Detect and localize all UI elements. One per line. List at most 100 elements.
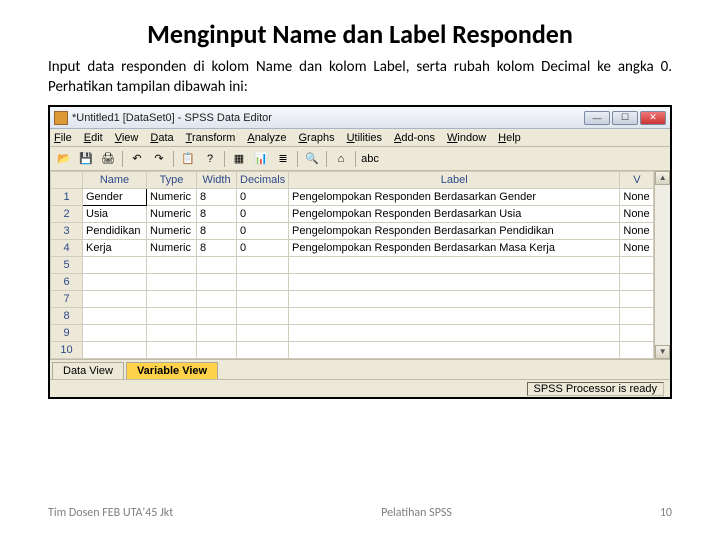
cell-dec[interactable]: 0 [237,223,289,240]
cell-type[interactable]: Numeric [147,223,197,240]
list-icon[interactable]: ≣ [273,150,293,168]
cell-width[interactable] [197,291,237,308]
cell-v[interactable] [620,342,654,359]
menu-window[interactable]: Window [447,132,486,144]
cell-label[interactable] [289,308,620,325]
cell-v[interactable]: None [620,240,654,257]
cell-width[interactable] [197,342,237,359]
cell-name[interactable]: Kerja [83,240,147,257]
minimize-button[interactable]: — [584,111,610,125]
menu-help[interactable]: Help [498,132,521,144]
cell-v[interactable]: None [620,206,654,223]
find-icon[interactable]: 🔍 [302,150,322,168]
row-header[interactable]: 2 [51,206,83,223]
cell-label[interactable] [289,325,620,342]
cell-name[interactable] [83,291,147,308]
cell-label[interactable] [289,342,620,359]
cell-name[interactable] [83,274,147,291]
menu-view[interactable]: View [115,132,139,144]
cell-dec[interactable] [237,325,289,342]
cell-name[interactable] [83,257,147,274]
home-icon[interactable]: ⌂ [331,150,351,168]
row-header[interactable]: 10 [51,342,83,359]
col-header-label[interactable]: Label [289,172,620,189]
cell-label[interactable]: Pengelompokan Responden Berdasarkan Gend… [289,189,620,206]
cell-v[interactable] [620,257,654,274]
cell-name[interactable] [83,325,147,342]
table-row[interactable]: 6 [51,274,654,291]
cell-dec[interactable] [237,291,289,308]
tab-variable-view[interactable]: Variable View [126,362,218,379]
cell-width[interactable]: 8 [197,223,237,240]
cell-type[interactable] [147,325,197,342]
cell-label[interactable]: Pengelompokan Responden Berdasarkan Pend… [289,223,620,240]
menu-data[interactable]: Data [150,132,173,144]
cell-v[interactable] [620,274,654,291]
cell-label[interactable]: Pengelompokan Responden Berdasarkan Usia [289,206,620,223]
dialog-icon[interactable]: 📋 [178,150,198,168]
cell-dec[interactable] [237,274,289,291]
scroll-down-icon[interactable]: ▼ [655,345,670,359]
table-row[interactable]: 3PendidikanNumeric80Pengelompokan Respon… [51,223,654,240]
cell-v[interactable] [620,325,654,342]
tab-data-view[interactable]: Data View [52,362,124,379]
vertical-scrollbar[interactable]: ▲ ▼ [654,171,670,359]
save-icon[interactable]: 💾 [76,150,96,168]
cell-name[interactable] [83,308,147,325]
menu-utilities[interactable]: Utilities [347,132,382,144]
cell-name[interactable]: Gender [83,189,147,206]
cell-label[interactable] [289,257,620,274]
cell-type[interactable]: Numeric [147,189,197,206]
cell-label[interactable] [289,291,620,308]
row-header[interactable]: 6 [51,274,83,291]
row-header[interactable]: 7 [51,291,83,308]
cell-width[interactable]: 8 [197,206,237,223]
cell-type[interactable] [147,291,197,308]
col-header-values[interactable]: V [620,172,654,189]
cell-type[interactable]: Numeric [147,240,197,257]
cell-width[interactable]: 8 [197,189,237,206]
variable-grid[interactable]: Name Type Width Decimals Label V 1Gender… [50,171,654,359]
cell-width[interactable] [197,308,237,325]
redo-icon[interactable]: ↷ [149,150,169,168]
cell-v[interactable] [620,308,654,325]
goto-icon[interactable]: ? [200,150,220,168]
row-header[interactable]: 8 [51,308,83,325]
cell-label[interactable] [289,274,620,291]
col-header-width[interactable]: Width [197,172,237,189]
cell-dec[interactable]: 0 [237,240,289,257]
cell-type[interactable] [147,308,197,325]
menu-analyze[interactable]: Analyze [247,132,286,144]
print-icon[interactable]: 🖨 [98,150,118,168]
open-icon[interactable]: 📂 [54,150,74,168]
chart-icon[interactable]: 📊 [251,150,271,168]
table-row[interactable]: 10 [51,342,654,359]
cell-name[interactable]: Usia [83,206,147,223]
cell-width[interactable]: 8 [197,240,237,257]
row-header[interactable]: 4 [51,240,83,257]
cell-type[interactable] [147,257,197,274]
cell-dec[interactable] [237,342,289,359]
table-row[interactable]: 7 [51,291,654,308]
table-row[interactable]: 4KerjaNumeric80Pengelompokan Responden B… [51,240,654,257]
table-row[interactable]: 8 [51,308,654,325]
cell-name[interactable]: Pendidikan [83,223,147,240]
cell-v[interactable]: None [620,189,654,206]
cell-dec[interactable] [237,308,289,325]
cell-dec[interactable]: 0 [237,206,289,223]
cell-dec[interactable]: 0 [237,189,289,206]
scroll-up-icon[interactable]: ▲ [655,171,670,185]
cell-width[interactable] [197,325,237,342]
cell-v[interactable]: None [620,223,654,240]
col-header-decimals[interactable]: Decimals [237,172,289,189]
cell-width[interactable] [197,257,237,274]
menu-addons[interactable]: Add-ons [394,132,435,144]
scroll-track[interactable] [655,185,670,345]
cell-type[interactable]: Numeric [147,206,197,223]
row-header[interactable]: 1 [51,189,83,206]
maximize-button[interactable]: ☐ [612,111,638,125]
menu-file[interactable]: File [54,132,72,144]
cell-label[interactable]: Pengelompokan Responden Berdasarkan Masa… [289,240,620,257]
cell-type[interactable] [147,274,197,291]
menu-edit[interactable]: Edit [84,132,103,144]
